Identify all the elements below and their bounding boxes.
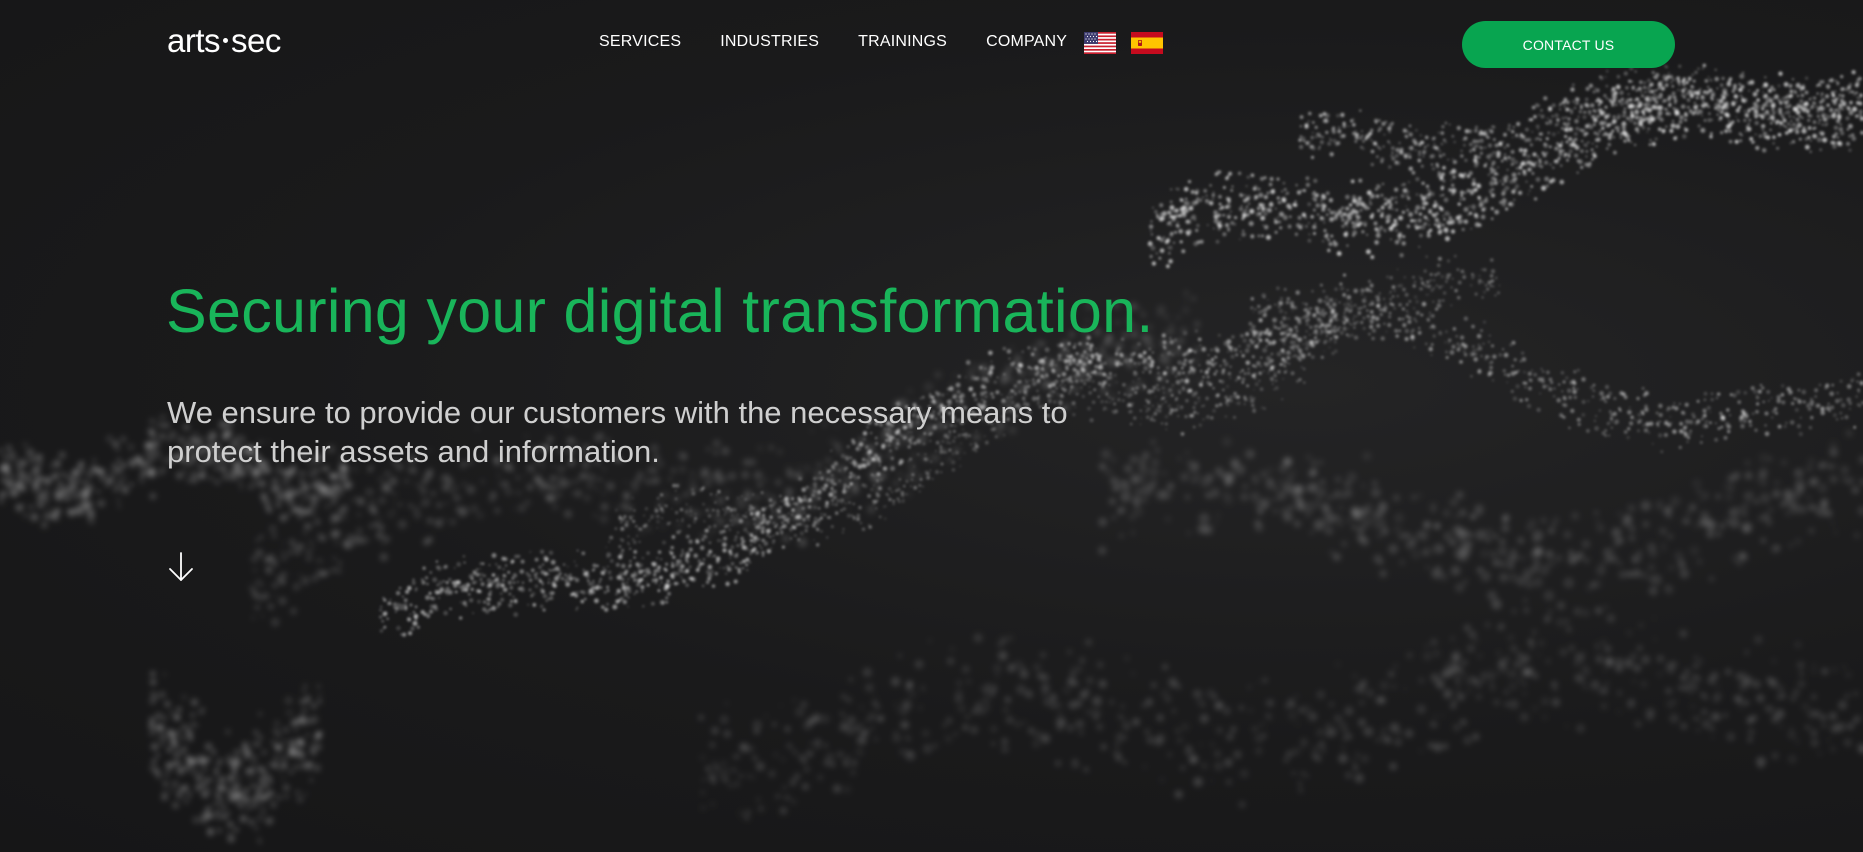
spain-flag-icon[interactable]: [1131, 32, 1163, 54]
hero-section: arts sec SERVICES INDUSTRIES TRAININGS C…: [0, 0, 1863, 852]
hero-subtitle-line-2: protect their assets and information.: [167, 434, 660, 469]
nav-item-services[interactable]: SERVICES: [599, 33, 681, 51]
site-header: arts sec SERVICES INDUSTRIES TRAININGS C…: [0, 0, 1863, 90]
nav-item-trainings[interactable]: TRAININGS: [858, 33, 947, 51]
arrow-down-icon[interactable]: [167, 551, 195, 583]
nav-item-industries[interactable]: INDUSTRIES: [720, 33, 819, 51]
hero-title: Securing your digital transformation.: [166, 277, 1154, 345]
brand-name-left: arts: [167, 22, 221, 59]
nav-item-company[interactable]: COMPANY: [986, 33, 1067, 51]
brand-name-right: sec: [231, 22, 281, 59]
brand-logo[interactable]: arts sec: [167, 22, 281, 60]
language-switcher: [1084, 32, 1163, 54]
main-nav: SERVICES INDUSTRIES TRAININGS COMPANY: [599, 33, 1067, 51]
contact-us-button[interactable]: CONTACT US: [1462, 21, 1675, 68]
us-flag-icon[interactable]: [1084, 32, 1116, 54]
brand-dot: [223, 38, 229, 43]
hero-subtitle: We ensure to provide our customers with …: [167, 393, 1217, 471]
hero-subtitle-line-1: We ensure to provide our customers with …: [167, 395, 1068, 430]
